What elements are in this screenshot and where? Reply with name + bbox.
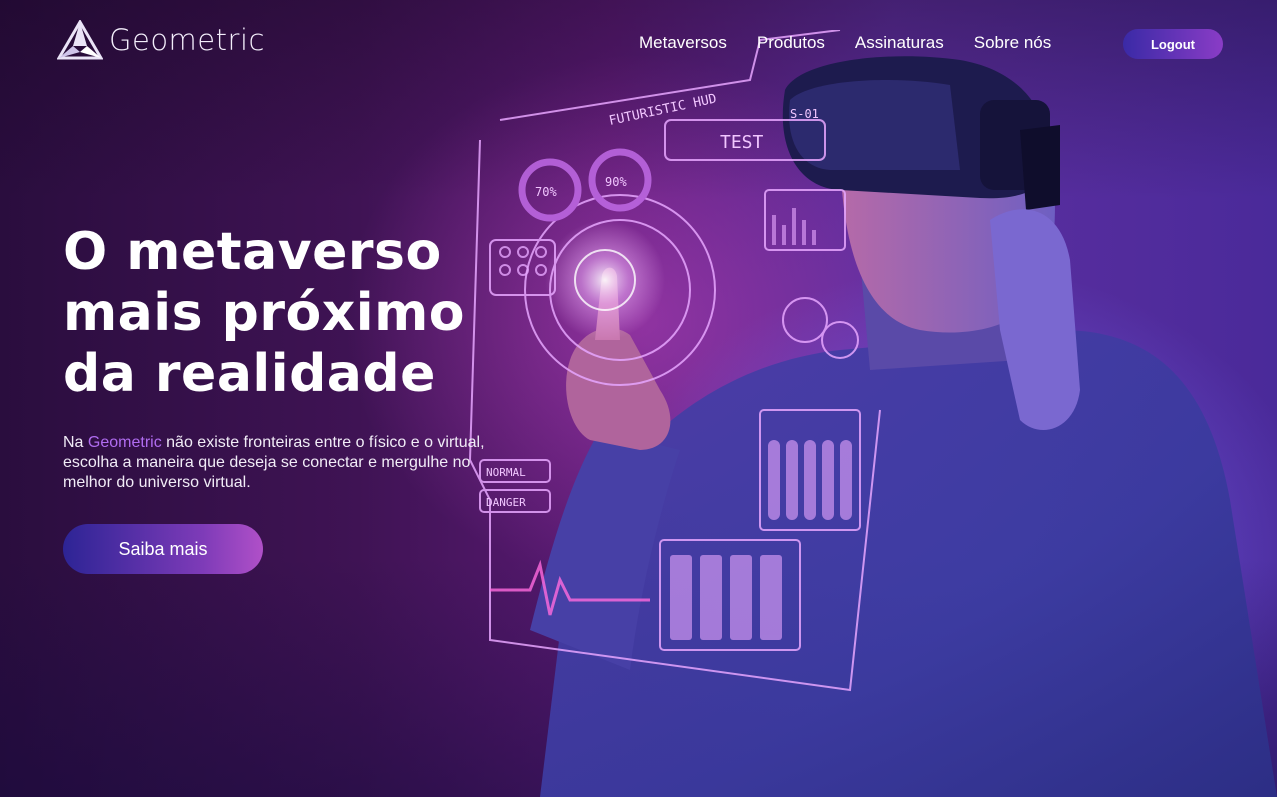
person-pointing-hand bbox=[566, 328, 671, 450]
hud-test-label: TEST bbox=[720, 132, 764, 153]
headline-line-2: mais próximo bbox=[63, 283, 466, 343]
nav-item-assinaturas[interactable]: Assinaturas bbox=[855, 33, 944, 53]
hud-danger-label: DANGER bbox=[486, 496, 526, 509]
hud-gauge-1: 70% bbox=[535, 185, 557, 199]
top-navigation: Geometric Metaversos Produtos Assinatura… bbox=[0, 0, 1277, 90]
hud-gauge-2: 90% bbox=[605, 175, 627, 189]
hud-dots bbox=[499, 246, 547, 276]
nav-item-metaversos[interactable]: Metaversos bbox=[639, 33, 727, 53]
triangle-logo-icon bbox=[57, 20, 103, 60]
hero-headline: O metaverso mais próximo da realidade bbox=[63, 222, 503, 405]
hud-code-label: S-01 bbox=[790, 107, 819, 121]
headline-line-3: da realidade bbox=[63, 344, 436, 404]
description-brand-highlight: Geometric bbox=[87, 434, 162, 451]
hero-content: O metaverso mais próximo da realidade Na… bbox=[63, 222, 503, 493]
main-menu: Metaversos Produtos Assinaturas Sobre nó… bbox=[639, 33, 1081, 53]
nav-item-sobre-nos[interactable]: Sobre nós bbox=[974, 33, 1052, 53]
saiba-mais-button[interactable]: Saiba mais bbox=[63, 524, 263, 574]
hud-title: FUTURISTIC HUD bbox=[608, 91, 718, 128]
touch-glow bbox=[545, 220, 665, 340]
nav-item-produtos[interactable]: Produtos bbox=[757, 33, 825, 53]
hero-description: Na Geometric não existe fronteiras entre… bbox=[63, 433, 503, 493]
brand-name: Geometric bbox=[109, 23, 265, 57]
brand-logo[interactable]: Geometric bbox=[57, 20, 265, 60]
headline-line-1: O metaverso bbox=[63, 222, 442, 282]
hero-illustration: FUTURISTIC HUD TEST S-01 70% 90% NORMAL … bbox=[420, 30, 1277, 797]
logout-button[interactable]: Logout bbox=[1123, 29, 1223, 59]
description-intro: Na bbox=[63, 434, 88, 451]
